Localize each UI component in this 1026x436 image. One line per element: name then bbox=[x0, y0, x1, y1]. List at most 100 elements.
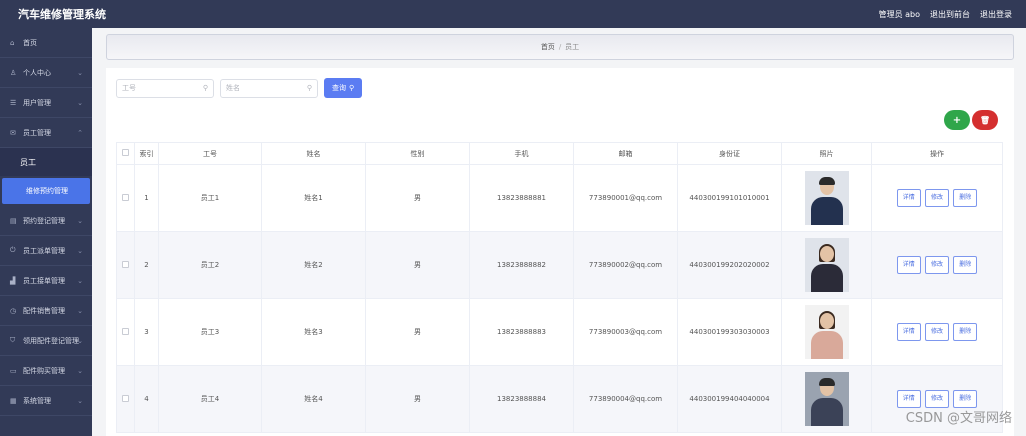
sidebar-item-dispatch[interactable]: ⏻ 员工派单管理 ⌄ bbox=[0, 236, 92, 266]
sidebar-item-users[interactable]: ☰ 用户管理 ⌄ bbox=[0, 88, 92, 118]
employee-photo bbox=[804, 238, 849, 292]
cell-index: 1 bbox=[134, 164, 159, 232]
cell-employee-no: 员工3 bbox=[158, 298, 262, 366]
column-header: 手机 bbox=[469, 142, 574, 165]
batch-delete-button[interactable]: 🗑 bbox=[972, 110, 998, 130]
sidebar-item-booking-register[interactable]: ▤ 预约登记管理 ⌄ bbox=[0, 206, 92, 236]
sidebar-item-label: 员工派单管理 bbox=[23, 246, 65, 255]
sidebar-subitem-repair-booking[interactable]: 维修预约管理 bbox=[2, 178, 90, 204]
cell-name: 姓名1 bbox=[261, 164, 366, 232]
detail-button[interactable]: 详情 bbox=[896, 390, 921, 408]
chevron-down-icon: ⌄ bbox=[77, 68, 83, 77]
filter-icon: ⛉ bbox=[10, 336, 16, 344]
sidebar-item-profile[interactable]: ♙ 个人中心 ⌄ bbox=[0, 58, 92, 88]
breadcrumb: 首页 / 员工 bbox=[106, 34, 1014, 60]
breadcrumb-separator: / bbox=[558, 43, 562, 51]
column-header: 姓名 bbox=[261, 142, 366, 165]
delete-button[interactable]: 删除 bbox=[953, 323, 978, 341]
cell-phone: 13823888881 bbox=[469, 164, 574, 232]
query-button[interactable]: 查询 ⚲ bbox=[324, 78, 363, 98]
cell-id-card: 440300199303030003 bbox=[677, 298, 782, 366]
name-input[interactable]: 姓名 ⚲ bbox=[220, 78, 318, 98]
sidebar: ⌂ 首页 ♙ 个人中心 ⌄ ☰ 用户管理 ⌄ ✉ 员工管理 ⌃ 员工 维修预约管… bbox=[0, 28, 92, 436]
search-icon: ⚲ bbox=[202, 84, 208, 92]
cell-phone: 13823888884 bbox=[469, 365, 574, 433]
name-placeholder: 姓名 bbox=[226, 84, 240, 92]
frontend-link[interactable]: 退出到前台 bbox=[930, 9, 970, 20]
top-bar: 汽车维修管理系统 管理员 abo 退出到前台 退出登录 bbox=[0, 0, 1026, 28]
settings-icon: ▦ bbox=[10, 396, 17, 405]
user-icon: ♙ bbox=[10, 68, 17, 77]
sidebar-item-label: 系统管理 bbox=[23, 396, 51, 405]
edit-button[interactable]: 修改 bbox=[924, 323, 949, 341]
sidebar-item-label: 配件购买管理 bbox=[23, 366, 65, 375]
sidebar-subitem-staff[interactable]: 员工 bbox=[0, 148, 92, 176]
cell-gender: 男 bbox=[365, 164, 470, 232]
row-checkbox[interactable] bbox=[122, 394, 129, 402]
delete-button[interactable]: 删除 bbox=[953, 256, 978, 274]
cell-gender: 男 bbox=[365, 231, 470, 299]
cell-email: 773890001@qq.com bbox=[573, 164, 678, 232]
chevron-down-icon: ⌄ bbox=[77, 216, 83, 225]
employee-no-placeholder: 工号 bbox=[122, 84, 136, 92]
logout-link[interactable]: 退出登录 bbox=[980, 9, 1012, 20]
sidebar-item-parts-usage[interactable]: ⛉ 领用配件登记管理 ⌄ bbox=[0, 326, 92, 356]
detail-button[interactable]: 详情 bbox=[896, 189, 921, 207]
breadcrumb-current: 员工 bbox=[565, 43, 580, 51]
row-checkbox[interactable] bbox=[122, 193, 129, 201]
column-header: 操作 bbox=[871, 142, 1003, 165]
chevron-down-icon: ⌄ bbox=[77, 98, 83, 107]
watermark: CSDN @文哥网络 bbox=[905, 411, 1012, 426]
employee-photo bbox=[804, 171, 849, 225]
row-checkbox[interactable] bbox=[122, 260, 129, 268]
edit-button[interactable]: 修改 bbox=[924, 256, 949, 274]
column-header: 索引 bbox=[134, 142, 159, 165]
sidebar-item-system[interactable]: ▦ 系统管理 ⌄ bbox=[0, 386, 92, 416]
select-all-checkbox[interactable] bbox=[122, 149, 129, 156]
table-row: 1 员工1 姓名1 男 13823888881 773890001@qq.com… bbox=[116, 164, 1003, 232]
column-header: 照片 bbox=[781, 142, 872, 165]
table-row: 4 员工4 姓名4 男 13823888884 773890004@qq.com… bbox=[116, 365, 1003, 433]
breadcrumb-home[interactable]: 首页 bbox=[541, 42, 555, 52]
row-checkbox[interactable] bbox=[122, 327, 129, 335]
column-header: 工号 bbox=[158, 142, 262, 165]
sidebar-item-staff[interactable]: ✉ 员工管理 ⌃ bbox=[0, 118, 92, 148]
sidebar-item-parts-sales[interactable]: ◷ 配件销售管理 ⌄ bbox=[0, 296, 92, 326]
sidebar-item-label: 配件销售管理 bbox=[23, 306, 65, 315]
cell-email: 773890004@qq.com bbox=[573, 365, 678, 433]
search-icon: ⚲ bbox=[306, 84, 312, 92]
sidebar-item-home[interactable]: ⌂ 首页 bbox=[0, 28, 92, 58]
cell-index: 3 bbox=[134, 298, 159, 366]
document-icon: ▤ bbox=[10, 216, 17, 225]
select-all-header[interactable] bbox=[116, 142, 135, 165]
delete-button[interactable]: 删除 bbox=[953, 390, 978, 408]
list-panel: 工号 ⚲ 姓名 ⚲ 查询 ⚲ + 🗑 索引 工号 姓名 性别 手机 邮箱 身份证… bbox=[106, 68, 1014, 436]
main-content: 首页 / 员工 工号 ⚲ 姓名 ⚲ 查询 ⚲ + 🗑 索引 工号 姓名 性别 手… bbox=[92, 28, 1026, 436]
list-icon: ☰ bbox=[10, 98, 17, 107]
cell-email: 773890002@qq.com bbox=[573, 231, 678, 299]
sidebar-item-accept-order[interactable]: ▟ 员工接单管理 ⌄ bbox=[0, 266, 92, 296]
sidebar-item-parts-purchase[interactable]: ▭ 配件购买管理 ⌄ bbox=[0, 356, 92, 386]
admin-user-label: 管理员 abo bbox=[878, 9, 920, 19]
table-header-row: 索引 工号 姓名 性别 手机 邮箱 身份证 照片 操作 bbox=[116, 142, 1003, 165]
edit-button[interactable]: 修改 bbox=[924, 189, 949, 207]
detail-button[interactable]: 详情 bbox=[896, 256, 921, 274]
sidebar-item-label: 员工接单管理 bbox=[23, 276, 65, 285]
edit-button[interactable]: 修改 bbox=[924, 390, 949, 408]
detail-button[interactable]: 详情 bbox=[896, 323, 921, 341]
sidebar-item-label: 个人中心 bbox=[23, 68, 51, 77]
column-header: 邮箱 bbox=[573, 142, 678, 165]
chevron-down-icon: ⌄ bbox=[77, 366, 83, 375]
cell-employee-no: 员工4 bbox=[158, 365, 262, 433]
search-row: 工号 ⚲ 姓名 ⚲ 查询 ⚲ bbox=[116, 78, 363, 98]
cell-id-card: 440300199101010001 bbox=[677, 164, 782, 232]
chevron-down-icon: ⌄ bbox=[77, 306, 83, 315]
column-header: 身份证 bbox=[677, 142, 782, 165]
employee-photo bbox=[804, 372, 849, 426]
cell-name: 姓名4 bbox=[261, 365, 366, 433]
sidebar-item-label: 领用配件登记管理 bbox=[23, 336, 79, 345]
delete-button[interactable]: 删除 bbox=[953, 189, 978, 207]
cell-index: 4 bbox=[134, 365, 159, 433]
employee-no-input[interactable]: 工号 ⚲ bbox=[116, 78, 214, 98]
add-button[interactable]: + bbox=[944, 110, 970, 130]
